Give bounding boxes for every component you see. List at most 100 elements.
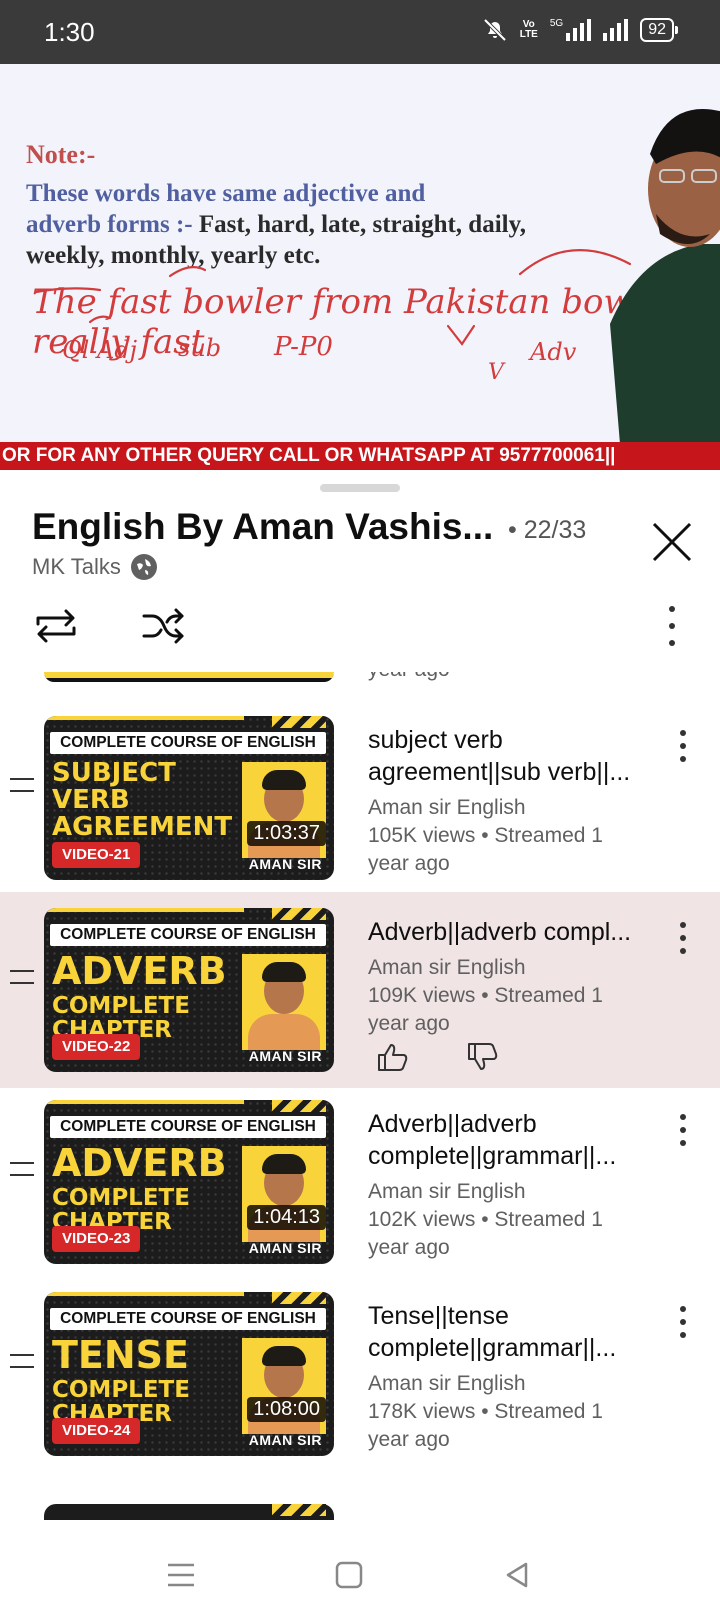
video-duration: 1:04:13 [247, 1205, 326, 1230]
hand-label-pp: P-P0 [274, 332, 333, 362]
video-thumbnail[interactable]: COMPLETE COURSE OF ENGLISH ADVERB COMPLE… [44, 908, 334, 1072]
thumb-stripes [272, 716, 326, 728]
video-player[interactable]: Note:- These words have same adjective a… [0, 64, 720, 442]
globe-icon [130, 554, 157, 580]
video-channel: Aman sir English [368, 796, 526, 819]
drag-handle-icon[interactable] [10, 1354, 34, 1368]
video-channel: Aman sir English [368, 1180, 526, 1203]
nav-menu-icon[interactable] [164, 1560, 198, 1590]
video-title: subject verb agreement||sub verb||... [368, 726, 631, 786]
playlist-item[interactable]: COMPLETE COURSE OF ENGLISH ADVERB COMPLE… [0, 892, 720, 1088]
hand-label-adv: Adv [530, 338, 577, 366]
signal-icon [603, 19, 629, 41]
thumb-accent-bar [44, 908, 244, 912]
status-icons: Vo LTE 5G 92 [482, 18, 678, 42]
thumb-portrait [242, 954, 326, 1050]
close-icon[interactable] [648, 518, 696, 566]
partial-thumbnail-bottom[interactable] [44, 1504, 334, 1520]
video-thumbnail[interactable]: COMPLETE COURSE OF ENGLISH TENSE COMPLET… [44, 1292, 334, 1456]
thumb-watermark: AMAN SIR [248, 856, 322, 872]
drag-handle-icon[interactable] [10, 970, 34, 984]
thumb-course-label: COMPLETE COURSE OF ENGLISH [50, 924, 326, 946]
video-title: Adverb||adverb compl... [368, 918, 632, 946]
thumb-headline-line: ADVERB [52, 1141, 227, 1185]
video-title: Adverb||adverb complete||grammar||... [368, 1110, 617, 1170]
item-more-icon[interactable] [678, 730, 688, 762]
video-meta[interactable]: Adverb||adverb complete||grammar||... Am… [368, 1108, 668, 1262]
video-views: 105K views • Streamed 1 [368, 824, 603, 847]
drag-handle-icon[interactable] [10, 778, 34, 792]
partial-thumbnail-top[interactable] [44, 672, 334, 682]
video-ticker: OR FOR ANY OTHER QUERY CALL OR WHATSAPP … [0, 442, 720, 470]
thumb-headline-line: ADVERB [52, 949, 227, 993]
video-views: 109K views • Streamed 1 [368, 984, 603, 1007]
video-age: year ago [368, 1012, 450, 1035]
video-meta[interactable]: subject verb agreement||sub verb||... Am… [368, 724, 668, 878]
hand-label-verb: V [488, 360, 504, 385]
playlist-sheet: English By Aman Vashis... • 22/33 MK Tal… [0, 470, 720, 1540]
battery-icon: 92 [640, 18, 678, 42]
video-age: year ago [368, 852, 450, 875]
network-type: 5G [549, 18, 564, 29]
item-more-icon[interactable] [678, 1306, 688, 1338]
playlist-channel[interactable]: MK Talks [32, 554, 157, 580]
playlist-title: English By Aman Vashis... [32, 506, 494, 547]
playlist-more-icon[interactable] [664, 606, 680, 646]
video-duration: 1:03:37 [247, 821, 326, 846]
playlist-item[interactable]: COMPLETE COURSE OF ENGLISH SUBJECT VERB AG… [0, 700, 720, 896]
thumb-course-label: COMPLETE COURSE OF ENGLISH [50, 732, 326, 754]
sheet-drag-handle[interactable] [320, 484, 400, 492]
thumb-accent-bar [44, 1292, 244, 1296]
video-meta[interactable]: Tense||tense complete||grammar||... Aman… [368, 1300, 668, 1454]
partial-item-meta: year ago [368, 672, 450, 682]
thumb-stripes [272, 1292, 326, 1304]
video-thumbnail[interactable]: COMPLETE COURSE OF ENGLISH SUBJECT VERB AG… [44, 716, 334, 880]
status-bar: 1:30 Vo LTE 5G 92 [0, 0, 720, 64]
video-channel: Aman sir English [368, 956, 526, 979]
playlist-item[interactable]: COMPLETE COURSE OF ENGLISH ADVERB COMPLE… [0, 1084, 720, 1280]
thumb-accent-bar [44, 1100, 244, 1104]
playlist-items: year ago COMPLETE COURSE OF ENGLISH SUBJ… [0, 672, 720, 1520]
video-views: 102K views • Streamed 1 [368, 1208, 603, 1231]
thumb-video-tag: VIDEO-21 [52, 842, 141, 868]
thumb-accent-bar [44, 716, 244, 720]
reaction-buttons [376, 1042, 500, 1072]
thumb-stripes [272, 1100, 326, 1112]
status-time: 1:30 [44, 17, 95, 47]
signal-5g-icon: 5G [549, 18, 592, 41]
playlist-position: • 22/33 [508, 516, 587, 544]
mute-icon [483, 18, 507, 42]
thumb-video-tag: VIDEO-23 [52, 1226, 141, 1252]
thumb-up-icon[interactable] [376, 1042, 410, 1072]
video-channel: Aman sir English [368, 1372, 526, 1395]
thumb-stripes [272, 908, 326, 920]
nav-home-icon[interactable] [332, 1560, 366, 1590]
thumb-headline-line: TENSE [52, 1333, 190, 1377]
video-thumbnail[interactable]: COMPLETE COURSE OF ENGLISH ADVERB COMPLE… [44, 1100, 334, 1264]
video-duration: 1:08:00 [247, 1397, 326, 1422]
drag-handle-icon[interactable] [10, 1162, 34, 1176]
nav-back-icon[interactable] [500, 1560, 534, 1590]
item-more-icon[interactable] [678, 922, 688, 954]
teacher-image [610, 109, 720, 442]
video-meta[interactable]: Adverb||adverb compl... Aman sir English… [368, 916, 668, 1038]
volte-icon: Vo LTE [519, 19, 538, 40]
video-views: 178K views • Streamed 1 [368, 1400, 603, 1423]
thumb-headline-line: AGREEMENT [52, 812, 233, 842]
thumb-watermark: AMAN SIR [248, 1048, 322, 1064]
shuffle-icon[interactable] [136, 598, 192, 654]
video-age: year ago [368, 1428, 450, 1451]
thumb-subheadline-line: COMPLETE [52, 993, 190, 1019]
item-more-icon[interactable] [678, 1114, 688, 1146]
playlist-channel-name: MK Talks [32, 554, 121, 579]
thumb-course-label: COMPLETE COURSE OF ENGLISH [50, 1308, 326, 1330]
thumb-video-tag: VIDEO-24 [52, 1418, 141, 1444]
playlist-item[interactable]: COMPLETE COURSE OF ENGLISH TENSE COMPLET… [0, 1276, 720, 1472]
battery-level: 92 [648, 21, 666, 38]
thumb-watermark: AMAN SIR [248, 1240, 322, 1256]
loop-icon[interactable] [28, 598, 84, 654]
thumb-course-label: COMPLETE COURSE OF ENGLISH [50, 1116, 326, 1138]
thumb-headline-line: SUBJECT [52, 758, 176, 788]
thumb-down-icon[interactable] [466, 1042, 500, 1072]
thumb-subheadline-line: COMPLETE [52, 1377, 190, 1403]
